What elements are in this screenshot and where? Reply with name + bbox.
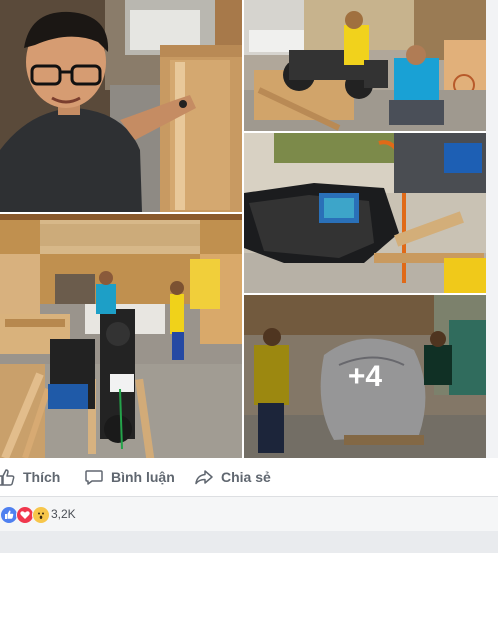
comment-label: Bình luận [111,469,175,485]
reactions-summary[interactable]: 3,2K [0,497,498,531]
photo-selfie-image [0,0,242,212]
feed-separator [0,531,498,553]
photo-garage-motorbikes[interactable] [0,214,242,458]
wow-reaction-icon [32,506,50,524]
share-button[interactable]: Chia sẻ [194,458,271,496]
photo-garage-image [0,214,242,458]
share-arrow-icon [195,470,213,485]
photo-wrapping-motorbike[interactable]: +4 [244,295,486,458]
reaction-count: 3,2K [51,507,76,521]
photo-grid: +4 [0,0,498,458]
thumbs-up-icon [0,469,15,486]
share-label: Chia sẻ [221,469,271,485]
photo-selfie-with-crate[interactable] [0,0,242,212]
more-photos-count: +4 [347,359,383,393]
photo-workers-with-motorbike[interactable] [244,0,486,131]
post-action-bar: Thích Bình luận Chia sẻ [0,458,498,497]
photo-motorbike-fuel-tank[interactable] [244,133,486,293]
like-label: Thích [23,469,61,485]
reaction-icons [0,506,50,524]
like-button[interactable]: Thích [0,458,60,496]
grid-right-edge [486,0,498,458]
photo-fuel-tank-image [244,133,486,293]
comment-button[interactable]: Bình luận [84,458,175,496]
comment-bubble-icon [85,470,103,485]
more-photos-overlay[interactable]: +4 [244,295,486,458]
photo-workers-image [244,0,486,131]
